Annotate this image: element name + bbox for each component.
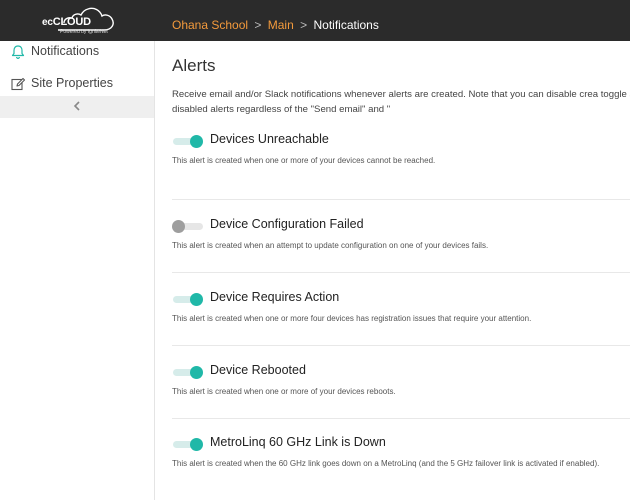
breadcrumb-site-link[interactable]: Main <box>268 18 294 32</box>
alert-divider <box>172 272 630 273</box>
breadcrumb-separator: > <box>300 18 308 32</box>
alert-title: Device Rebooted <box>210 363 306 377</box>
alert-title: Device Requires Action <box>210 290 340 304</box>
alert-title: Device Configuration Failed <box>210 217 364 231</box>
alert-divider <box>172 418 630 419</box>
breadcrumb-separator: > <box>254 18 262 32</box>
toggle-knob <box>190 293 203 306</box>
alert-description: This alert is created when the 60 GHz li… <box>172 459 600 468</box>
breadcrumb-org-link[interactable]: Ohana School <box>172 18 248 32</box>
alert-description: This alert is created when one or more o… <box>172 387 396 396</box>
page-title: Alerts <box>172 56 216 75</box>
alert-toggle[interactable] <box>172 437 204 451</box>
alert-toggle[interactable] <box>172 219 204 233</box>
alert-toggle[interactable] <box>172 365 204 379</box>
alert-description: This alert is created when an attempt to… <box>172 241 489 250</box>
top-bar: ecCLOUD Powered by IgniteNet Ohana Schoo… <box>0 0 630 41</box>
alert-toggle[interactable] <box>172 292 204 306</box>
alert-description: This alert is created when one or more f… <box>172 314 532 323</box>
logo-tagline: Powered by IgniteNet <box>60 29 108 35</box>
chevron-left-icon <box>73 101 80 111</box>
toggle-knob <box>190 135 203 148</box>
alert-title: Devices Unreachable <box>210 132 329 146</box>
toggle-knob <box>190 438 203 451</box>
bell-icon <box>11 45 25 60</box>
sidebar-item-notifications[interactable]: Notifications <box>0 41 154 69</box>
breadcrumb: Ohana School > Main > Notifications <box>172 18 379 32</box>
ec-cloud-logo[interactable]: ecCLOUD Powered by IgniteNet <box>38 6 118 36</box>
alert-divider <box>172 199 630 200</box>
main-content: Alerts Receive email and/or Slack notifi… <box>155 41 630 500</box>
alert-toggle[interactable] <box>172 134 204 148</box>
breadcrumb-current: Notifications <box>313 18 379 32</box>
sidebar-collapse-button[interactable] <box>0 96 154 118</box>
sidebar: Notifications Site Properties <box>0 41 155 500</box>
alert-title: MetroLinq 60 GHz Link is Down <box>210 435 386 449</box>
edit-icon <box>11 77 26 91</box>
alert-description: This alert is created when one or more o… <box>172 156 436 165</box>
alert-divider <box>172 345 630 346</box>
toggle-knob <box>172 220 185 233</box>
sidebar-item-label: Site Properties <box>31 76 113 90</box>
sidebar-item-label: Notifications <box>31 44 100 58</box>
alerts-description: Receive email and/or Slack notifications… <box>172 89 630 115</box>
toggle-knob <box>190 366 203 379</box>
logo-brand-text: ecCLOUD <box>42 16 91 28</box>
